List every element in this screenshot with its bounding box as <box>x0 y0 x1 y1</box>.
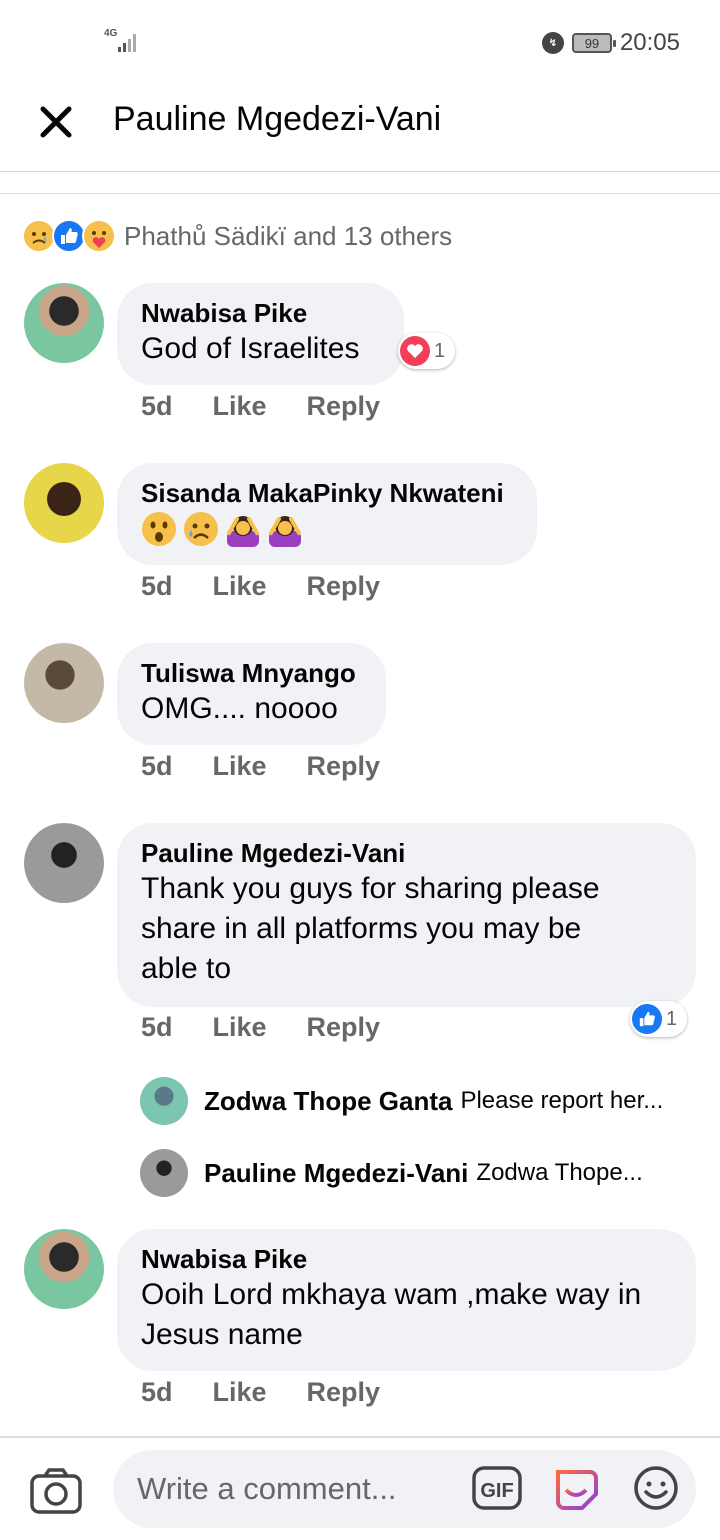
comment-text-line: share in all platforms you may be <box>141 912 582 945</box>
reply-button[interactable]: Reply <box>307 571 381 602</box>
astonished-emoji <box>141 511 177 547</box>
like-button[interactable]: Like <box>213 751 267 782</box>
care-reaction-icon <box>82 219 116 253</box>
divider <box>0 193 720 194</box>
comment-text: OMG.... noooo <box>141 692 338 725</box>
reaction-badge[interactable]: 1 <box>630 1001 688 1037</box>
comment-bubble[interactable]: Sisanda MakaPinky Nkwateni <box>117 463 537 565</box>
reply-author[interactable]: Pauline Mgedezi-Vani <box>204 1158 468 1189</box>
avatar[interactable] <box>140 1149 188 1197</box>
woman-gesturing-emoji <box>225 511 261 547</box>
reply-preview[interactable]: Zodwa Thope Ganta Please report her... <box>140 1076 700 1126</box>
sad-reaction-icon <box>22 219 56 253</box>
comment-text-line: Jesus name <box>141 1318 303 1351</box>
comment-text-line: able to <box>141 952 232 985</box>
reply-button[interactable]: Reply <box>307 1377 381 1408</box>
comment-time: 5d <box>141 1012 173 1042</box>
comment-actions: 5d Like Reply <box>141 391 380 422</box>
comment-time: 5d <box>141 391 173 421</box>
reply-author[interactable]: Zodwa Thope Ganta <box>204 1086 452 1117</box>
battery-icon: 99 <box>571 33 616 53</box>
comment-composer: GIF <box>0 1436 720 1540</box>
comment-actions: 5d Like Reply <box>141 571 380 602</box>
like-button[interactable]: Like <box>213 571 267 602</box>
reactions-summary[interactable]: Phathů Sädikï and 13 others <box>22 216 452 256</box>
reply-button[interactable]: Reply <box>307 751 381 782</box>
comment-bubble[interactable]: Tuliswa Mnyango OMG.... noooo <box>117 643 386 745</box>
comment-actions: 5d Like Reply <box>141 1377 380 1408</box>
avatar[interactable] <box>24 823 104 903</box>
comment-time: 5d <box>141 1377 173 1407</box>
comment-author[interactable]: Nwabisa Pike <box>141 1243 672 1275</box>
comment-time: 5d <box>141 751 173 781</box>
gif-label: GIF <box>480 1480 513 1502</box>
camera-icon <box>30 1468 82 1514</box>
like-reaction-icon <box>632 1004 662 1034</box>
avatar[interactable] <box>24 643 104 723</box>
status-bar: 4G ↯ 99 20:05 <box>0 0 720 80</box>
reply-preview[interactable]: Pauline Mgedezi-Vani Zodwa Thope... <box>140 1148 700 1198</box>
comment-text-line: Ooih Lord mkhaya wam ,make way in <box>141 1278 642 1311</box>
signal-indicator: 4G <box>104 28 148 54</box>
comment-author[interactable]: Tuliswa Mnyango <box>141 657 362 689</box>
comment-input[interactable] <box>113 1450 696 1528</box>
sad-sweat-emoji <box>183 511 219 547</box>
close-button[interactable] <box>34 100 78 144</box>
signal-bars-icon <box>118 32 136 52</box>
love-reaction-icon <box>400 336 430 366</box>
like-button[interactable]: Like <box>213 391 267 422</box>
reply-text: Zodwa Thope... <box>476 1159 643 1186</box>
woman-gesturing-emoji <box>267 511 303 547</box>
comment-text-line: Thank you guys for sharing please <box>141 872 600 905</box>
reactions-text: Phathů Sädikï and 13 others <box>124 220 453 251</box>
close-icon <box>40 106 72 138</box>
reply-button[interactable]: Reply <box>307 391 381 422</box>
avatar[interactable] <box>24 1229 104 1309</box>
sticker-icon <box>556 1470 598 1510</box>
camera-button[interactable] <box>28 1466 84 1516</box>
comment-time: 5d <box>141 571 173 601</box>
comment-actions: 5d Like Reply <box>141 1012 380 1043</box>
comment-text: God of Israelites <box>141 332 360 365</box>
comment-author[interactable]: Pauline Mgedezi-Vani <box>141 837 672 869</box>
sticker-button[interactable] <box>552 1464 600 1512</box>
reaction-count: 1 <box>666 1007 678 1030</box>
data-saver-icon: ↯ <box>541 32 564 54</box>
avatar[interactable] <box>140 1077 188 1125</box>
avatar[interactable] <box>24 463 104 543</box>
clock: 20:05 <box>619 29 680 56</box>
comment-bubble[interactable]: Nwabisa Pike God of Israelites <box>117 283 404 385</box>
like-button[interactable]: Like <box>213 1012 267 1043</box>
reply-button[interactable]: Reply <box>307 1012 381 1043</box>
avatar[interactable] <box>24 283 104 363</box>
gif-button[interactable]: GIF <box>472 1466 522 1510</box>
reaction-badge[interactable]: 1 <box>398 333 456 369</box>
emoji-icon <box>634 1466 678 1510</box>
network-type: 4G <box>104 28 118 39</box>
comment-author[interactable]: Sisanda MakaPinky Nkwateni <box>141 477 513 509</box>
reaction-count: 1 <box>434 339 446 362</box>
emoji-button[interactable] <box>632 1464 680 1512</box>
header: Pauline Mgedezi-Vani <box>0 80 720 172</box>
comment-bubble[interactable]: Nwabisa Pike Ooih Lord mkhaya wam ,make … <box>117 1229 696 1371</box>
comment-emojis <box>141 511 513 547</box>
comment-actions: 5d Like Reply <box>141 751 380 782</box>
comment-author[interactable]: Nwabisa Pike <box>141 297 380 329</box>
like-button[interactable]: Like <box>213 1377 267 1408</box>
like-reaction-icon <box>52 219 86 253</box>
reply-text: Please report her... <box>460 1087 664 1114</box>
comment-bubble[interactable]: Pauline Mgedezi-Vani Thank you guys for … <box>117 823 696 1007</box>
battery-level: 99 <box>584 35 600 51</box>
page-title: Pauline Mgedezi-Vani <box>113 100 442 138</box>
